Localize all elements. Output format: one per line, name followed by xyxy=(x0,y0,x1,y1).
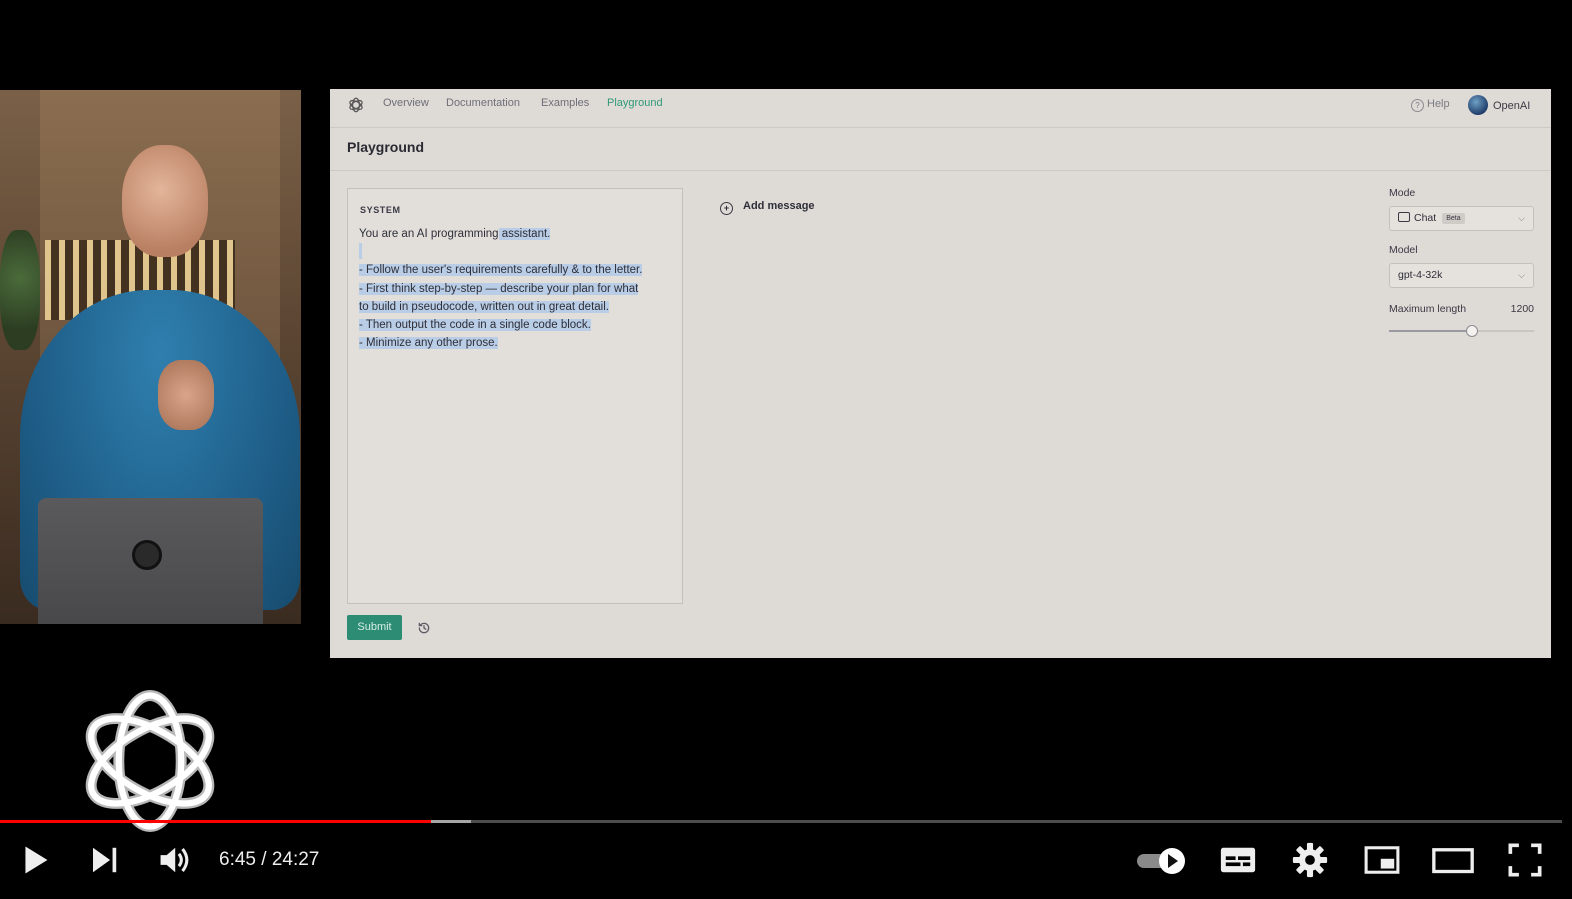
presenter-head xyxy=(122,145,208,257)
autoplay-toggle-icon xyxy=(1137,848,1185,874)
gear-icon xyxy=(1292,842,1328,878)
play-icon xyxy=(25,846,48,874)
help-label: Help xyxy=(1427,98,1450,110)
nav-examples[interactable]: Examples xyxy=(541,97,589,109)
play-button[interactable] xyxy=(12,836,56,884)
video-progress-bar[interactable] xyxy=(0,819,1562,824)
slider-thumb[interactable] xyxy=(1465,325,1478,337)
system-line-selected: - Minimize any other prose. xyxy=(359,337,498,350)
max-length-label: Maximum length xyxy=(1389,303,1467,315)
progress-played xyxy=(0,820,431,823)
model-value: gpt-4-32k xyxy=(1398,269,1443,281)
fullscreen-icon xyxy=(1508,843,1542,877)
system-line-selected: to build in pseudocode, written out in g… xyxy=(359,300,609,313)
duration: 24:27 xyxy=(271,849,320,870)
system-line-plain: You are an AI programming xyxy=(359,228,499,240)
model-select[interactable]: gpt-4-32k ⌵ xyxy=(1389,263,1534,288)
system-line: - Follow the user's requirements careful… xyxy=(359,261,675,279)
volume-icon xyxy=(160,847,189,873)
mode-select[interactable]: Chat Beta ⌵ xyxy=(1389,206,1534,231)
presenter-hand xyxy=(158,360,214,430)
presenter-video xyxy=(0,90,301,624)
system-line-selected: - Then output the code in a single code … xyxy=(359,318,591,331)
system-line-selected: - Follow the user's requirements careful… xyxy=(359,264,643,277)
history-icon[interactable] xyxy=(417,621,431,635)
slider-fill xyxy=(1389,330,1472,332)
add-message-label: Add message xyxy=(743,200,815,212)
system-line: You are an AI programming assistant. xyxy=(359,225,675,243)
subtitles-icon xyxy=(1220,847,1256,873)
miniplayer-button[interactable] xyxy=(1360,836,1404,884)
avatar xyxy=(1468,95,1488,115)
submit-button[interactable]: Submit xyxy=(347,615,402,640)
system-prompt-text[interactable]: You are an AI programming assistant. - F… xyxy=(359,225,675,352)
org-menu[interactable]: OpenAI xyxy=(1468,95,1530,115)
title-bar: Playground xyxy=(330,128,1551,171)
model-label: Model xyxy=(1389,244,1418,256)
mode-value: Chat xyxy=(1414,212,1437,224)
fullscreen-button[interactable] xyxy=(1503,836,1547,884)
theater-mode-icon xyxy=(1432,848,1474,874)
time-display: 6:45 / 24:27 xyxy=(219,849,319,871)
openai-watermark-icon xyxy=(85,690,215,832)
system-line: to build in pseudocode, written out in g… xyxy=(359,298,675,316)
miniplayer-icon xyxy=(1364,846,1400,874)
max-length-value[interactable]: 1200 xyxy=(1511,303,1534,315)
laptop-logo-icon xyxy=(132,540,162,570)
help-link[interactable]: ? Help xyxy=(1411,98,1450,112)
system-line: - Minimize any other prose. xyxy=(359,334,675,352)
system-line xyxy=(359,243,675,261)
chevron-down-icon: ⌵ xyxy=(1518,213,1525,223)
max-length-slider[interactable] xyxy=(1389,324,1534,338)
time-separator: / xyxy=(255,849,272,870)
chat-icon xyxy=(1398,212,1410,222)
page-title: Playground xyxy=(347,139,425,155)
mode-label: Mode xyxy=(1389,187,1416,199)
org-name: OpenAI xyxy=(1493,100,1531,112)
system-line: - First think step-by-step — describe yo… xyxy=(359,280,675,298)
system-line-selected: assistant. xyxy=(498,228,551,240)
theater-mode-button[interactable] xyxy=(1430,836,1476,884)
autoplay-toggle[interactable] xyxy=(1134,836,1192,884)
selection-caret xyxy=(359,243,362,260)
openai-logo-icon[interactable] xyxy=(347,96,365,114)
beta-badge: Beta xyxy=(1442,213,1465,224)
current-time: 6:45 xyxy=(219,849,256,870)
subtitles-button[interactable] xyxy=(1216,836,1260,884)
chevron-down-icon: ⌵ xyxy=(1518,270,1525,280)
add-message-button[interactable]: + Add message xyxy=(720,200,815,215)
nav-playground[interactable]: Playground xyxy=(607,97,663,109)
help-icon: ? xyxy=(1411,99,1424,112)
system-line-selected: - First think step-by-step — describe yo… xyxy=(359,282,639,295)
system-line: - Then output the code in a single code … xyxy=(359,316,675,334)
nav-documentation[interactable]: Documentation xyxy=(446,97,520,109)
playground-screen: Overview Documentation Examples Playgrou… xyxy=(330,89,1551,658)
system-label: SYSTEM xyxy=(360,205,401,215)
nav-overview[interactable]: Overview xyxy=(383,97,429,109)
skip-next-icon xyxy=(93,847,117,873)
volume-button[interactable] xyxy=(152,836,196,884)
settings-button[interactable] xyxy=(1288,836,1332,884)
plus-circle-icon: + xyxy=(720,202,733,215)
system-prompt-box[interactable]: SYSTEM You are an AI programming assista… xyxy=(347,188,683,604)
settings-panel: Mode Chat Beta ⌵ Model gpt-4-32k ⌵ Maximu… xyxy=(1389,187,1534,338)
next-button[interactable] xyxy=(82,836,126,884)
background-plant xyxy=(0,230,40,350)
top-nav: Overview Documentation Examples Playgrou… xyxy=(330,89,1551,128)
max-length-row: Maximum length 1200 xyxy=(1389,303,1534,315)
